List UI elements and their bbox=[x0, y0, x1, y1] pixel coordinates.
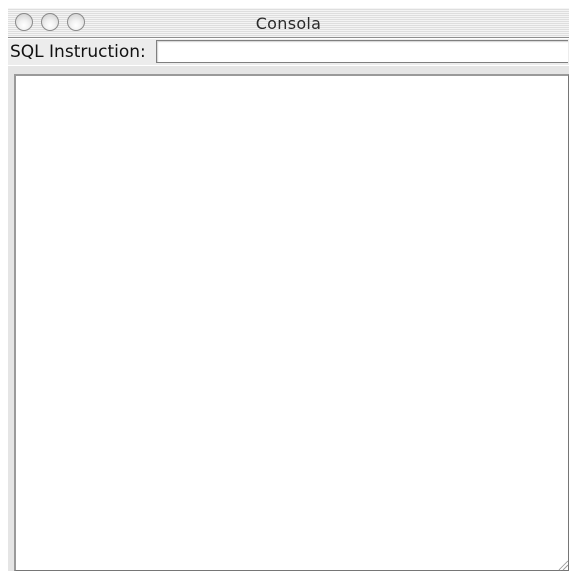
console-window: Consola SQL Instruction: bbox=[8, 8, 569, 571]
output-frame bbox=[8, 66, 569, 571]
sql-instruction-input[interactable] bbox=[156, 40, 568, 63]
sql-instruction-label: SQL Instruction: bbox=[10, 42, 146, 62]
title-bar[interactable]: Consola bbox=[8, 8, 569, 38]
output-text-area[interactable] bbox=[14, 74, 569, 571]
resize-grip-icon[interactable] bbox=[555, 557, 569, 571]
sql-instruction-row: SQL Instruction: bbox=[8, 39, 569, 65]
window-title: Consola bbox=[255, 14, 322, 33]
